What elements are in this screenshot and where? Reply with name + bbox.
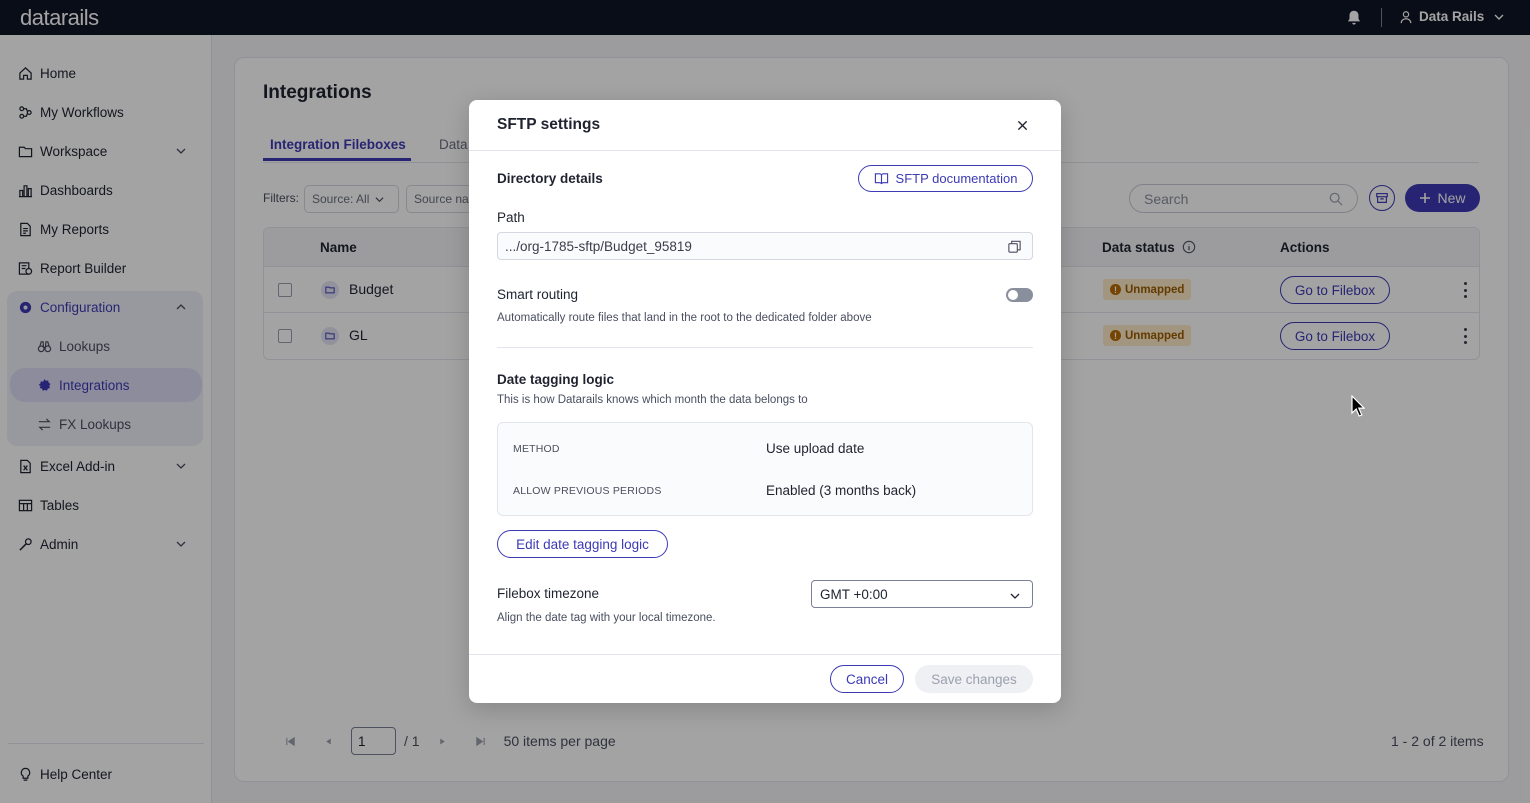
path-value: .../org-1785-sftp/Budget_95819 xyxy=(505,238,692,254)
mouse-cursor-icon xyxy=(1351,395,1365,417)
sftp-settings-dialog: SFTP settings Directory details SFTP doc… xyxy=(469,100,1061,703)
section-divider xyxy=(497,347,1033,348)
dialog-header-divider xyxy=(469,150,1061,151)
filebox-timezone-help: Align the date tag with your local timez… xyxy=(497,612,716,624)
path-field[interactable]: .../org-1785-sftp/Budget_95819 xyxy=(497,232,1033,260)
method-value: Use upload date xyxy=(766,441,865,456)
cancel-button[interactable]: Cancel xyxy=(830,665,904,693)
close-button[interactable] xyxy=(1013,116,1031,134)
allow-previous-periods-key: ALLOW PREVIOUS PERIODS xyxy=(513,485,662,497)
timezone-select[interactable]: GMT +0:00 xyxy=(811,580,1033,608)
sftp-documentation-button[interactable]: SFTP documentation xyxy=(858,165,1033,192)
dialog-title: SFTP settings xyxy=(497,116,601,133)
path-label: Path xyxy=(497,210,525,225)
dialog-footer-divider xyxy=(469,654,1061,655)
copy-icon[interactable] xyxy=(1007,239,1022,254)
date-tagging-heading: Date tagging logic xyxy=(497,372,615,387)
close-icon xyxy=(1017,120,1027,130)
method-key: METHOD xyxy=(513,443,560,455)
book-icon xyxy=(874,173,888,185)
save-changes-button[interactable]: Save changes xyxy=(915,665,1033,693)
edit-date-tagging-button[interactable]: Edit date tagging logic xyxy=(497,530,668,558)
smart-routing-toggle[interactable] xyxy=(1006,288,1033,302)
filebox-timezone-label: Filebox timezone xyxy=(497,586,600,601)
date-tagging-help: This is how Datarails knows which month … xyxy=(497,394,808,406)
timezone-value: GMT +0:00 xyxy=(820,586,888,602)
chevron-down-icon xyxy=(1010,593,1020,599)
smart-routing-help: Automatically route files that land in t… xyxy=(497,312,872,324)
directory-details-heading: Directory details xyxy=(497,171,603,186)
allow-previous-periods-value: Enabled (3 months back) xyxy=(766,483,917,498)
smart-routing-label: Smart routing xyxy=(497,287,579,302)
date-tagging-summary: METHOD Use upload date ALLOW PREVIOUS PE… xyxy=(497,422,1033,516)
sftp-documentation-label: SFTP documentation xyxy=(895,171,1018,186)
